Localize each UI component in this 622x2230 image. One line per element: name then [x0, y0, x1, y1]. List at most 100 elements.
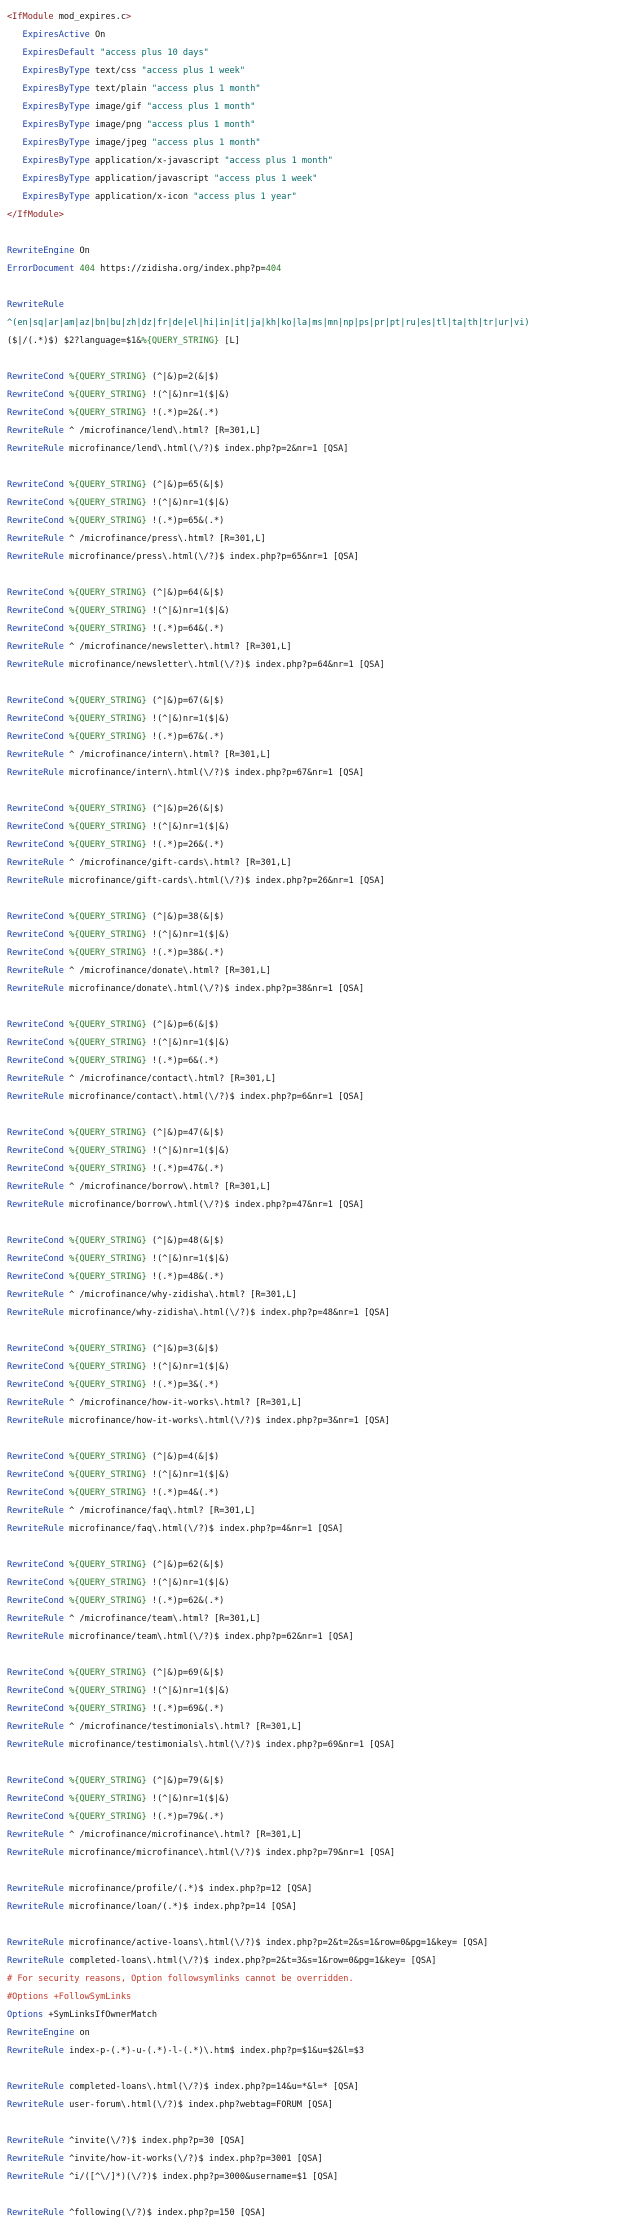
code-line: RewriteRule microfinance/press\.html(\/?…: [7, 548, 622, 566]
code-line: RewriteRule ^ /microfinance/microfinance…: [7, 1826, 622, 1844]
code-line: RewriteCond %{QUERY_STRING} !(^|&)nr=1($…: [7, 602, 622, 620]
directive-keyword: RewriteRule: [7, 1848, 64, 1858]
server-variable: %{QUERY_STRING}: [63, 912, 147, 922]
directive-keyword: RewriteRule: [7, 2082, 64, 2092]
server-variable: %{QUERY_STRING}: [63, 1488, 147, 1498]
code-line: RewriteCond %{QUERY_STRING} !(^|&)nr=1($…: [7, 818, 622, 836]
directive-keyword: RewriteCond: [7, 1470, 64, 1480]
directive-keyword: RewriteCond: [7, 1272, 64, 1282]
code-line: RewriteCond %{QUERY_STRING} !(.*)p=64&(.…: [7, 620, 622, 638]
directive-argument: ^i/([^\/]*)(\/?)$ index.php?p=3000&usern…: [63, 2172, 339, 2182]
code-line: RewriteRule microfinance/active-loans\.h…: [7, 1934, 622, 1952]
directive-argument: [7, 192, 23, 202]
directive-argument: (^|&)p=67(&|$): [146, 696, 225, 706]
directive-argument: microfinance/loan/(.*)$ index.php?p=14 […: [63, 1902, 297, 1912]
directive-keyword: RewriteRule: [7, 1956, 64, 1966]
directive-argument: microfinance/donate\.html(\/?)$ index.ph…: [63, 984, 365, 994]
code-line: RewriteRule microfinance/profile/(.*)$ i…: [7, 1880, 622, 1898]
directive-keyword: RewriteRule: [7, 1830, 64, 1840]
directive-keyword: RewriteRule: [7, 1398, 64, 1408]
directive-keyword: RewriteRule: [7, 876, 64, 886]
code-line: RewriteCond %{QUERY_STRING} !(^|&)nr=1($…: [7, 1466, 622, 1484]
directive-keyword: ExpiresByType: [22, 156, 90, 166]
code-line: RewriteCond %{QUERY_STRING} (^|&)p=47(&|…: [7, 1124, 622, 1142]
directive-argument: ^ /microfinance/newsletter\.html? [R=301…: [63, 642, 292, 652]
code-line: RewriteRule ^ /microfinance/gift-cards\.…: [7, 854, 622, 872]
server-variable: %{QUERY_STRING}: [63, 1452, 147, 1462]
server-variable: %{QUERY_STRING}: [63, 1704, 147, 1714]
code-line: RewriteRule ^invite/how-it-works(\/?)$ i…: [7, 2150, 622, 2168]
code-line: RewriteRule microfinance/gift-cards\.htm…: [7, 872, 622, 890]
code-line: RewriteRule ^invite(\/?)$ index.php?p=30…: [7, 2132, 622, 2150]
server-variable: %{QUERY_STRING}: [63, 1596, 147, 1606]
server-variable: %{QUERY_STRING}: [63, 714, 147, 724]
directive-argument: On: [89, 30, 106, 40]
directive-argument: ($|/(.*)$) $2?language=$1&: [7, 336, 142, 346]
code-line: ErrorDocument 404 https://zidisha.org/in…: [7, 260, 622, 278]
directive-argument: !(.*)p=79&(.*): [146, 1812, 225, 1822]
status-code: 404: [74, 264, 95, 274]
code-line: RewriteRule microfinance/donate\.html(\/…: [7, 980, 622, 998]
directive-keyword: RewriteRule: [7, 2154, 64, 2164]
directive-keyword: RewriteRule: [7, 1074, 64, 1084]
server-variable: %{QUERY_STRING}: [63, 408, 147, 418]
directive-keyword: ExpiresDefault: [22, 48, 95, 58]
directive-argument: completed-loans\.html(\/?)$ index.php?p=…: [63, 1956, 437, 1966]
code-line: ($|/(.*)$) $2?language=$1&%{QUERY_STRING…: [7, 332, 622, 350]
directive-argument: (^|&)p=38(&|$): [146, 912, 225, 922]
directive-argument: microfinance/microfinance\.html(\/?)$ in…: [63, 1848, 396, 1858]
directive-keyword: RewriteCond: [7, 1038, 64, 1048]
directive-keyword: RewriteCond: [7, 606, 64, 616]
directive-argument: !(.*)p=38&(.*): [146, 948, 225, 958]
code-line: RewriteCond %{QUERY_STRING} (^|&)p=38(&|…: [7, 908, 622, 926]
directive-argument: [7, 30, 23, 40]
code-line: ExpiresByType text/css "access plus 1 we…: [7, 62, 622, 80]
directive-argument: text/css: [89, 66, 142, 76]
directive-keyword: RewriteRule: [7, 1614, 64, 1624]
code-line: RewriteRule ^ /microfinance/borrow\.html…: [7, 1178, 622, 1196]
code-line: RewriteRule ^following(\/?)$ index.php?p…: [7, 2204, 622, 2222]
code-line: RewriteRule index-p-(.*)-u-(.*)-l-(.*)\.…: [7, 2042, 622, 2060]
code-line: RewriteCond %{QUERY_STRING} (^|&)p=65(&|…: [7, 476, 622, 494]
directive-keyword: RewriteCond: [7, 1362, 64, 1372]
directive-argument: ^ /microfinance/contact\.html? [R=301,L]: [63, 1074, 277, 1084]
directive-keyword: RewriteCond: [7, 930, 64, 940]
directive-argument: !(.*)p=6&(.*): [146, 1056, 220, 1066]
directive-keyword: RewriteCond: [7, 1254, 64, 1264]
directive-keyword: RewriteRule: [7, 750, 64, 760]
directive-keyword: ExpiresByType: [22, 120, 90, 130]
directive-keyword: RewriteRule: [7, 2172, 64, 2182]
directive-argument: image/png: [89, 120, 147, 130]
code-line: RewriteCond %{QUERY_STRING} (^|&)p=79(&|…: [7, 1772, 622, 1790]
directive-keyword: RewriteCond: [7, 1344, 64, 1354]
directive-keyword: RewriteCond: [7, 1668, 64, 1678]
directive-keyword: RewriteCond: [7, 912, 64, 922]
directive-argument: [7, 174, 23, 184]
directive-keyword: RewriteRule: [7, 534, 64, 544]
directive-keyword: RewriteCond: [7, 840, 64, 850]
code-line: RewriteCond %{QUERY_STRING} !(^|&)nr=1($…: [7, 1358, 622, 1376]
server-variable: %{QUERY_STRING}: [63, 516, 147, 526]
directive-keyword: RewriteRule: [7, 2208, 64, 2218]
directive-argument: !(^|&)nr=1($|&): [146, 1578, 230, 1588]
directive-keyword: RewriteCond: [7, 1020, 64, 1030]
directive-keyword: RewriteRule: [7, 966, 64, 976]
directive-keyword: RewriteCond: [7, 1812, 64, 1822]
directive-argument: user-forum\.html(\/?)$ index.php?webtag=…: [63, 2100, 333, 2110]
directive-keyword: RewriteRule: [7, 1884, 64, 1894]
directive-argument: !(.*)p=48&(.*): [146, 1272, 225, 1282]
directive-keyword: RewriteCond: [7, 1056, 64, 1066]
server-variable: %{QUERY_STRING}: [141, 336, 220, 346]
directive-keyword: RewriteCond: [7, 714, 64, 724]
directive-keyword: RewriteCond: [7, 588, 64, 598]
code-line: RewriteCond %{QUERY_STRING} !(^|&)nr=1($…: [7, 494, 622, 512]
directive-keyword: RewriteCond: [7, 1452, 64, 1462]
directive-argument: ^ /microfinance/microfinance\.html? [R=3…: [63, 1830, 302, 1840]
code-line: RewriteRule microfinance/newsletter\.htm…: [7, 656, 622, 674]
code-line: RewriteCond %{QUERY_STRING} !(.*)p=62&(.…: [7, 1592, 622, 1610]
directive-argument: !(^|&)nr=1($|&): [146, 498, 230, 508]
directive-argument: (^|&)p=4(&|$): [146, 1452, 220, 1462]
